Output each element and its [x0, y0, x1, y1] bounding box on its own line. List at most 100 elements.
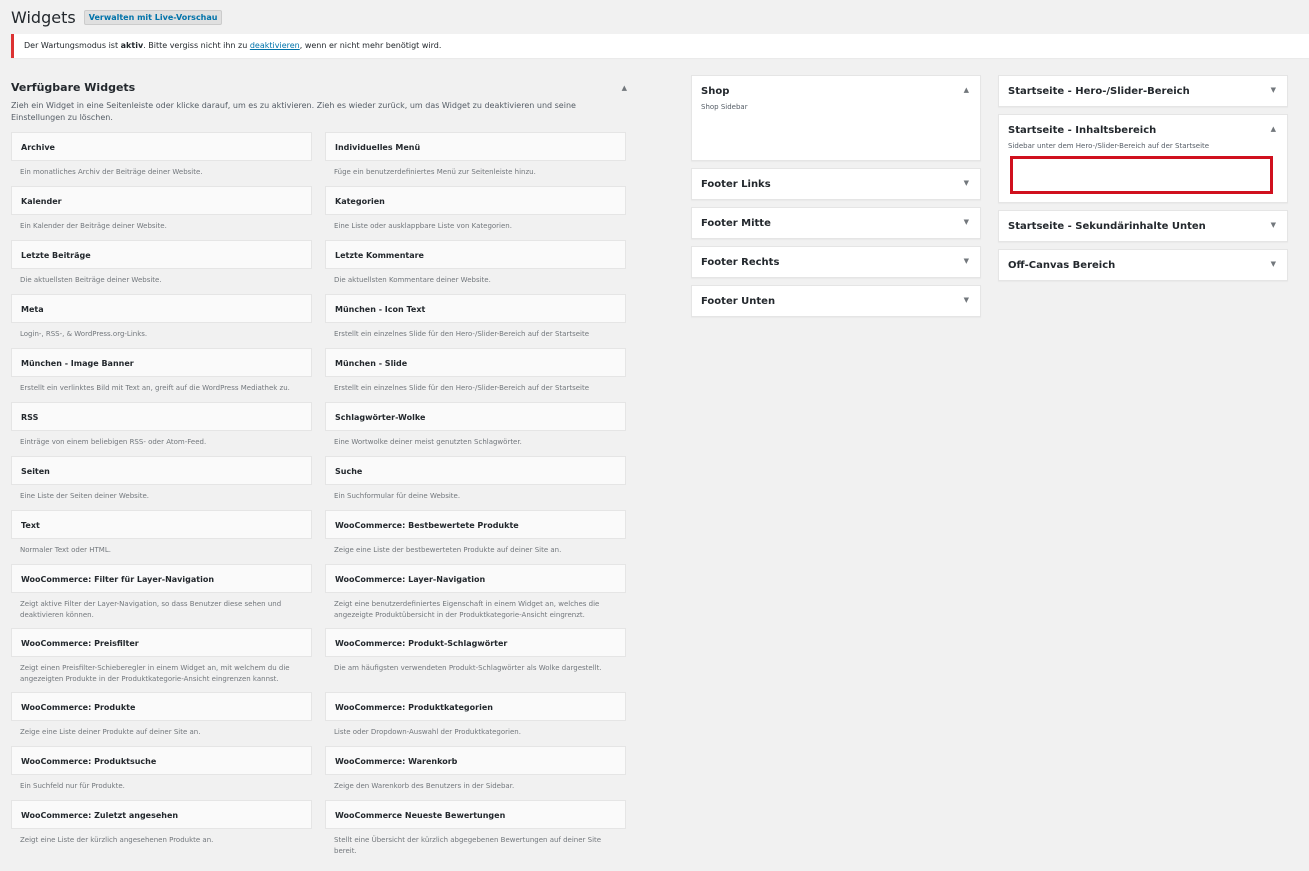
widget-item[interactable]: WooCommerce: Produktsuche Ein Suchfeld nu…: [11, 746, 312, 800]
sidebar-header[interactable]: Off-Canvas Bereich ▼: [999, 250, 1287, 280]
widget-title[interactable]: München - Image Banner: [11, 348, 312, 377]
widget-title[interactable]: Schlagwörter-Wolke: [325, 402, 626, 431]
widget-title[interactable]: WooCommerce: Bestbewertete Produkte: [325, 510, 626, 539]
sidebar-toggle-icon[interactable]: ▼: [964, 218, 969, 229]
widget-item[interactable]: München - Icon Text Erstellt ein einzelne…: [325, 294, 626, 348]
widget-title[interactable]: Kategorien: [325, 186, 626, 215]
widget-title[interactable]: WooCommerce: Produktkategorien: [325, 692, 626, 721]
widget-title[interactable]: WooCommerce: Preisfilter: [11, 628, 312, 657]
widget-title[interactable]: Archive: [11, 132, 312, 161]
widget-title[interactable]: RSS: [11, 402, 312, 431]
widget-item[interactable]: Suche Ein Suchformular für deine Website.: [325, 456, 626, 510]
widget-title[interactable]: Meta: [11, 294, 312, 323]
widget-item[interactable]: Seiten Eine Liste der Seiten deiner Websi…: [11, 456, 312, 510]
widget-item[interactable]: WooCommerce: Preisfilter Zeigt einen Prei…: [11, 628, 312, 692]
widget-item[interactable]: WooCommerce: Warenkorb Zeige den Warenkor…: [325, 746, 626, 800]
sidebar-area[interactable]: Startseite - Hero-/Slider-Bereich ▼: [998, 75, 1288, 107]
widget-title[interactable]: WooCommerce: Layer-Navigation: [325, 564, 626, 593]
widget-description: Zeigt eine Liste der kürzlich angesehene…: [20, 836, 214, 844]
sidebar-area[interactable]: Shop ▲ Shop Sidebar: [691, 75, 981, 161]
widget-item[interactable]: RSS Einträge von einem beliebigen RSS- od…: [11, 402, 312, 456]
widget-title[interactable]: Letzte Beiträge: [11, 240, 312, 269]
widget-title[interactable]: München - Slide: [325, 348, 626, 377]
widget-item[interactable]: Schlagwörter-Wolke Eine Wortwolke deiner …: [325, 402, 626, 456]
widget-description: Normaler Text oder HTML.: [20, 546, 111, 554]
widget-description: Eine Wortwolke deiner meist genutzten Sc…: [334, 438, 522, 446]
collapse-arrow-icon[interactable]: ▲: [622, 84, 627, 92]
widget-drop-zone[interactable]: [1010, 156, 1273, 194]
widget-title[interactable]: Kalender: [11, 186, 312, 215]
sidebar-area[interactable]: Footer Mitte ▼: [691, 207, 981, 239]
sidebar-header[interactable]: Startseite - Inhaltsbereich ▲: [999, 115, 1287, 145]
widget-item[interactable]: WooCommerce Neueste Bewertungen Stellt ei…: [325, 800, 626, 864]
available-widgets-title: Verfügbare Widgets: [11, 81, 136, 94]
sidebar-toggle-icon[interactable]: ▼: [964, 179, 969, 190]
widget-title[interactable]: WooCommerce: Produkt-Schlagwörter: [325, 628, 626, 657]
widget-item[interactable]: Text Normaler Text oder HTML.: [11, 510, 312, 564]
sidebar-toggle-icon[interactable]: ▼: [1271, 221, 1276, 232]
widget-item[interactable]: Meta Login-, RSS-, & WordPress.org-Links.: [11, 294, 312, 348]
widget-item[interactable]: WooCommerce: Produktkategorien Liste oder…: [325, 692, 626, 746]
sidebar-toggle-icon[interactable]: ▼: [964, 257, 969, 268]
sidebar-area[interactable]: Footer Unten ▼: [691, 285, 981, 317]
widget-title[interactable]: WooCommerce Neueste Bewertungen: [325, 800, 626, 829]
widget-item[interactable]: Kalender Ein Kalender der Beiträge deiner…: [11, 186, 312, 240]
widget-item[interactable]: WooCommerce: Bestbewertete Produkte Zeige…: [325, 510, 626, 564]
widget-item[interactable]: Individuelles Menü Füge ein benutzerdefin…: [325, 132, 626, 186]
widget-description: Login-, RSS-, & WordPress.org-Links.: [20, 330, 148, 338]
notice-text-after: , wenn er nicht mehr benötigt wird.: [299, 41, 442, 50]
sidebar-toggle-icon[interactable]: ▼: [1271, 86, 1276, 97]
sidebar-area[interactable]: Startseite - Sekundärinhalte Unten ▼: [998, 210, 1288, 242]
widget-item[interactable]: WooCommerce: Filter für Layer-Navigation…: [11, 564, 312, 628]
widget-item[interactable]: WooCommerce: Produkte Zeige eine Liste de…: [11, 692, 312, 746]
sidebar-header[interactable]: Footer Links ▼: [692, 169, 980, 199]
widget-title[interactable]: Suche: [325, 456, 626, 485]
widget-title[interactable]: WooCommerce: Warenkorb: [325, 746, 626, 775]
widget-item[interactable]: München - Slide Erstellt ein einzelnes Sl…: [325, 348, 626, 402]
sidebar-header[interactable]: Footer Unten ▼: [692, 286, 980, 316]
sidebar-toggle-icon[interactable]: ▲: [1271, 125, 1276, 136]
sidebar-header[interactable]: Footer Rechts ▼: [692, 247, 980, 277]
sidebar-title: Footer Unten: [701, 296, 776, 307]
widget-title[interactable]: WooCommerce: Zuletzt angesehen: [11, 800, 312, 829]
sidebar-description: Shop Sidebar: [701, 103, 748, 111]
widget-description: Zeigt aktive Filter der Layer-Navigation…: [20, 600, 282, 619]
widget-description: Füge ein benutzerdefiniertes Menü zur Se…: [334, 168, 536, 176]
widget-item[interactable]: WooCommerce: Produkt-Schlagwörter Die am …: [325, 628, 626, 692]
widget-item[interactable]: München - Image Banner Erstellt ein verli…: [11, 348, 312, 402]
sidebar-header[interactable]: Startseite - Sekundärinhalte Unten ▼: [999, 211, 1287, 241]
widget-title[interactable]: WooCommerce: Produktsuche: [11, 746, 312, 775]
widget-title[interactable]: WooCommerce: Produkte: [11, 692, 312, 721]
widget-title[interactable]: Text: [11, 510, 312, 539]
page-header: Widgets Verwalten mit Live-Vorschau: [11, 8, 223, 27]
sidebar-column-middle: Shop ▲ Shop Sidebar Footer Links ▼ Footer Mit…: [691, 75, 981, 324]
live-preview-button[interactable]: Verwalten mit Live-Vorschau: [83, 10, 223, 25]
sidebar-area[interactable]: Footer Links ▼: [691, 168, 981, 200]
widget-item[interactable]: WooCommerce: Layer-Navigation Zeigt eine …: [325, 564, 626, 628]
widget-title[interactable]: Individuelles Menü: [325, 132, 626, 161]
widget-title[interactable]: München - Icon Text: [325, 294, 626, 323]
widget-title[interactable]: Seiten: [11, 456, 312, 485]
maintenance-notice: Der Wartungsmodus ist aktiv. Bitte vergi…: [11, 34, 1309, 58]
sidebar-header[interactable]: Shop ▲: [692, 76, 980, 106]
widget-description: Eine Liste oder ausklappbare Liste von K…: [334, 222, 512, 230]
deactivate-link[interactable]: deaktivieren: [250, 41, 300, 50]
widget-item[interactable]: Letzte Kommentare Die aktuellsten Komment…: [325, 240, 626, 294]
widget-title[interactable]: Letzte Kommentare: [325, 240, 626, 269]
widget-item[interactable]: WooCommerce: Zuletzt angesehen Zeigt eine…: [11, 800, 312, 864]
widget-item[interactable]: Letzte Beiträge Die aktuellsten Beiträge …: [11, 240, 312, 294]
sidebar-header[interactable]: Startseite - Hero-/Slider-Bereich ▼: [999, 76, 1287, 106]
sidebar-header[interactable]: Footer Mitte ▼: [692, 208, 980, 238]
widget-description: Zeigt eine benutzerdefiniertes Eigenscha…: [334, 600, 600, 619]
sidebar-title: Startseite - Hero-/Slider-Bereich: [1008, 86, 1190, 97]
sidebar-area[interactable]: Startseite - Inhaltsbereich ▲ Sidebar unte…: [998, 114, 1288, 203]
sidebar-toggle-icon[interactable]: ▼: [1271, 260, 1276, 271]
sidebar-toggle-icon[interactable]: ▲: [964, 86, 969, 97]
sidebar-toggle-icon[interactable]: ▼: [964, 296, 969, 307]
widget-title[interactable]: WooCommerce: Filter für Layer-Navigation: [11, 564, 312, 593]
widget-item[interactable]: Archive Ein monatliches Archiv der Beiträ…: [11, 132, 312, 186]
sidebar-area[interactable]: Off-Canvas Bereich ▼: [998, 249, 1288, 281]
sidebar-area[interactable]: Footer Rechts ▼: [691, 246, 981, 278]
widget-item[interactable]: Kategorien Eine Liste oder ausklappbare L…: [325, 186, 626, 240]
available-widgets-header: Verfügbare Widgets ▲: [11, 81, 627, 94]
